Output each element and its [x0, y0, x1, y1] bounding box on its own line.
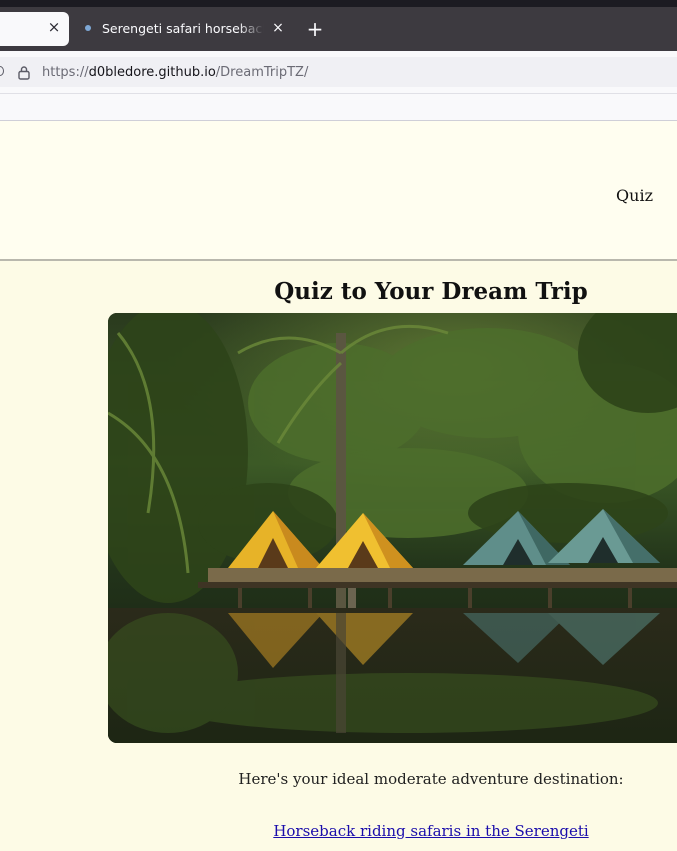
- tab-serengeti[interactable]: Serengeti safari horseback riding ×: [77, 12, 292, 46]
- url-path: /DreamTripTZ/: [215, 65, 309, 80]
- site-header: Quiz: [0, 121, 677, 261]
- window-titlebar: [0, 0, 677, 7]
- camp-tents-photo: [108, 313, 677, 743]
- result-link-container: Horseback riding safaris in the Serenget…: [186, 820, 676, 842]
- result-destination-link[interactable]: Horseback riding safaris in the Serenget…: [273, 822, 588, 840]
- nav-quiz-link[interactable]: Quiz: [616, 186, 653, 205]
- url-host: d0bledore.github.io: [88, 65, 216, 80]
- url-scheme: https://: [42, 65, 89, 80]
- result-description: Here's your ideal moderate adventure des…: [238, 770, 624, 788]
- tab-active[interactable]: ×: [0, 12, 69, 46]
- bookmarks-toolbar: [0, 94, 677, 121]
- url-text[interactable]: https://d0bledore.github.io/DreamTripTZ/: [42, 64, 308, 82]
- new-tab-button[interactable]: +: [305, 19, 325, 39]
- tab-close-icon[interactable]: ×: [46, 19, 62, 35]
- tab-bar: × Serengeti safari horseback riding × +: [0, 7, 677, 51]
- hero-image-campsite: [108, 313, 677, 743]
- page-title: Quiz to Your Dream Trip: [274, 278, 588, 305]
- tab-title: Serengeti safari horseback riding: [102, 21, 264, 36]
- navigation-bar: https://d0bledore.github.io/DreamTripTZ/: [0, 51, 677, 94]
- tab-close-icon[interactable]: ×: [270, 20, 286, 36]
- lock-icon[interactable]: [17, 65, 31, 80]
- tab-loading-icon: [85, 25, 91, 31]
